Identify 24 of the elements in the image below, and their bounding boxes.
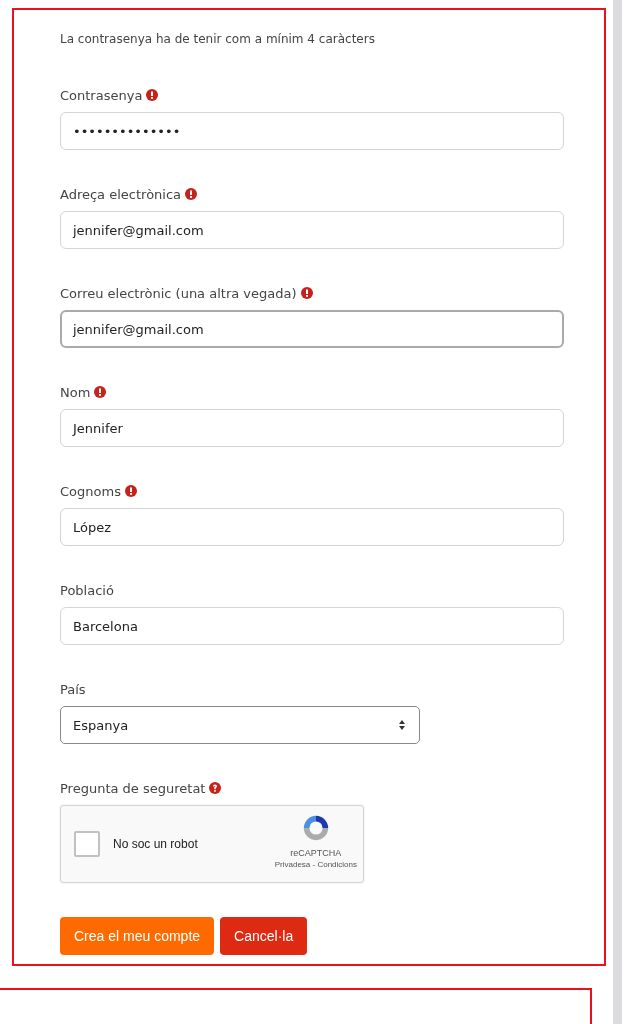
country-select[interactable]: Espanya bbox=[60, 706, 420, 744]
field-label: Nom bbox=[60, 384, 91, 400]
field-label: Adreça electrònica bbox=[60, 186, 182, 202]
field-label: Pregunta de seguretat bbox=[60, 780, 206, 796]
field-label: Correu electrònic (una altra vegada) bbox=[60, 285, 297, 301]
input-field[interactable]: •••••••••••••• bbox=[60, 112, 564, 150]
help-icon[interactable] bbox=[209, 782, 222, 794]
input-field[interactable]: Barcelona bbox=[60, 607, 564, 645]
cancel-button[interactable]: Cancel·la bbox=[220, 917, 308, 955]
input-field[interactable]: Jennifer bbox=[60, 409, 564, 447]
field-label: Població bbox=[60, 582, 114, 598]
captcha-links[interactable]: Privadesa - Condicions bbox=[274, 860, 357, 869]
scrollbar[interactable] bbox=[613, 0, 622, 1024]
password-hint: La contrasenya ha de tenir com a mínim 4 caràcters bbox=[60, 31, 376, 48]
captcha-brand: reCAPTCHA bbox=[290, 848, 342, 858]
input-field[interactable]: jennifer@gmail.com bbox=[60, 310, 564, 348]
field-label: Cognoms bbox=[60, 483, 121, 499]
field-label: País bbox=[60, 681, 86, 697]
input-field[interactable]: jennifer@gmail.com bbox=[60, 211, 564, 249]
captcha-label: No soc un robot bbox=[113, 837, 198, 851]
field-label: Contrasenya bbox=[60, 87, 143, 103]
captcha-checkbox[interactable] bbox=[74, 831, 100, 857]
up-down-arrows-icon bbox=[399, 720, 405, 730]
input-field[interactable]: López bbox=[60, 508, 564, 546]
